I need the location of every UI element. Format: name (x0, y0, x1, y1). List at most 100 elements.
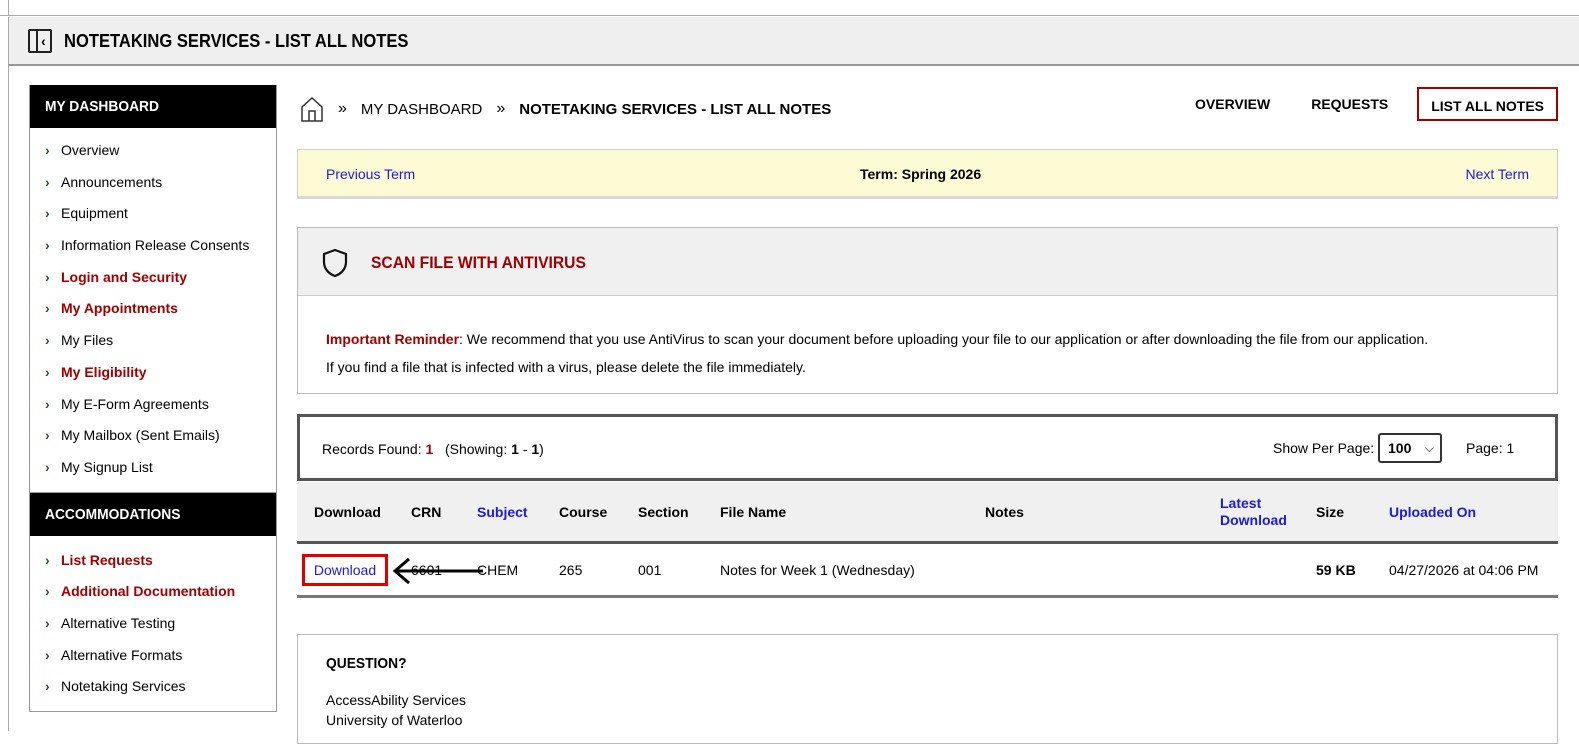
chevron-right-icon: › (45, 583, 50, 600)
col-crn: CRN (411, 504, 442, 520)
chevron-right-icon: › (45, 678, 50, 695)
col-latest-download-sort[interactable]: Latest Download (1220, 495, 1287, 529)
tab-overview[interactable]: OVERVIEW (1183, 87, 1282, 121)
cell-file-name: Notes for Week 1 (Wednesday) (720, 562, 915, 578)
chevron-right-icon: › (45, 205, 50, 222)
sidebar-item-my-signup-list[interactable]: › My Signup List (30, 452, 276, 484)
antivirus-panel-title: SCAN FILE WITH ANTIVIRUS (371, 253, 586, 272)
dashboard-menu-list: › Overview › Announcements › Equipment › Inform… (30, 128, 276, 492)
sidebar-item-my-mailbox-sent-emails[interactable]: › My Mailbox (Sent Emails) (30, 420, 276, 452)
accommodations-menu-list: › List Requests › Additional Documentation ›… (30, 536, 276, 711)
antivirus-panel: SCAN FILE WITH ANTIVIRUS Important Remin… (297, 227, 1558, 394)
reminder-text: : We recommend that you use AntiVirus to… (459, 331, 1429, 347)
sidebar-item-equipment[interactable]: › Equipment (30, 198, 276, 230)
chevron-right-icon: › (45, 363, 50, 380)
col-size: Size (1316, 504, 1345, 520)
breadcrumb-current: NOTETAKING SERVICES - LIST ALL NOTES (519, 100, 832, 118)
reminder-line-2: If you find a file that is infected with… (326, 359, 806, 375)
sidebar-item-list-requests[interactable]: › List Requests (30, 545, 276, 577)
chevron-right-icon: › (45, 173, 50, 190)
sidebar-item-additional-documentation[interactable]: › Additional Documentation (30, 576, 276, 608)
chevron-right-icon: › (45, 395, 50, 412)
records-count: 1 (425, 441, 434, 457)
term-navigation: Previous Term Term: Spring 2026 Next Ter… (297, 149, 1558, 199)
current-term: Term: Spring 2026 (860, 166, 982, 182)
sidebar-item-my-e-form-agreements[interactable]: › My E-Form Agreements (30, 389, 276, 421)
records-bar: Records Found: 1 (Showing: 1 - 1) Show P… (297, 414, 1558, 481)
sidebar-item-label: Notetaking Services (61, 678, 186, 695)
col-subject-sort[interactable]: Subject (477, 504, 528, 520)
sidebar-item-label: Equipment (61, 205, 128, 222)
chevron-right-icon: › (45, 427, 50, 444)
chevron-right-icon: › (45, 268, 50, 285)
sidebar-item-label: Additional Documentation (61, 583, 236, 600)
left-border (8, 66, 9, 731)
sidebar-item-my-eligibility[interactable]: › My Eligibility (30, 357, 276, 389)
sidebar-item-my-files[interactable]: › My Files (30, 325, 276, 357)
chevron-right-icon: › (45, 614, 50, 631)
sidebar-item-label: My Files (61, 332, 114, 349)
notes-table: Download CRN Subject Course Section File… (297, 482, 1558, 598)
sidebar-item-label: My Appointments (61, 300, 178, 317)
chevron-right-icon: › (45, 237, 50, 254)
sidebar-item-alternative-testing[interactable]: › Alternative Testing (30, 608, 276, 640)
col-notes: Notes (985, 504, 1024, 520)
antivirus-panel-header: SCAN FILE WITH ANTIVIRUS (298, 228, 1557, 296)
sidebar-item-label: Information Release Consents (61, 237, 250, 254)
cell-size: 59 KB (1316, 562, 1356, 578)
sidebar-item-label: My Signup List (61, 458, 153, 475)
reminder-label: Important Reminder (326, 331, 460, 347)
next-term-link[interactable]: Next Term (1465, 166, 1529, 182)
sidebar-item-label: Login and Security (61, 268, 188, 285)
table-header: Download CRN Subject Course Section File… (297, 482, 1558, 544)
chevron-right-icon: › (45, 646, 50, 663)
previous-term-link[interactable]: Previous Term (326, 166, 415, 182)
col-file-name: File Name (720, 504, 787, 520)
annotation-arrow-icon (392, 557, 483, 585)
question-panel: QUESTION? AccessAbility Services Univers… (297, 634, 1558, 744)
contact-line-2: University of Waterloo (326, 712, 463, 728)
sidebar-item-information-release-consents[interactable]: › Information Release Consents (30, 230, 276, 262)
sidebar-item-label: Announcements (61, 173, 163, 190)
chevron-right-icon: › (45, 458, 50, 475)
question-title: QUESTION? (326, 655, 407, 672)
tab-requests[interactable]: REQUESTS (1299, 87, 1400, 121)
sidebar-toggle-icon[interactable]: ‹ (28, 29, 52, 53)
page-indicator: Page: 1 (1466, 440, 1515, 456)
right-margin (1568, 66, 1579, 731)
dashboard-menu: MY DASHBOARD › Overview › Announcements › Equ… (29, 85, 277, 493)
page-tabs: OVERVIEW REQUESTS LIST ALL NOTES (1166, 87, 1558, 121)
sidebar-item-alternative-formats[interactable]: › Alternative Formats (30, 640, 276, 672)
breadcrumb-separator: » (338, 100, 347, 117)
home-icon[interactable] (300, 96, 324, 122)
chevron-right-icon: › (45, 551, 50, 568)
top-strip (0, 0, 1579, 16)
accommodations-menu-title: ACCOMMODATIONS (30, 492, 276, 536)
dashboard-menu-title: MY DASHBOARD (30, 85, 276, 128)
breadcrumb-dashboard-link[interactable]: MY DASHBOARD (361, 101, 482, 118)
sidebar-item-overview[interactable]: › Overview (30, 135, 276, 167)
sidebar-item-announcements[interactable]: › Announcements (30, 167, 276, 199)
sidebar-item-label: My Mailbox (Sent Emails) (61, 427, 220, 444)
accommodations-menu: ACCOMMODATIONS › List Requests › Additional… (29, 492, 277, 712)
sidebar-item-my-appointments[interactable]: › My Appointments (30, 293, 276, 325)
per-page-select[interactable]: 100 ⌵ (1378, 433, 1442, 463)
download-link[interactable]: Download (302, 554, 388, 586)
tab-list-all-notes[interactable]: LIST ALL NOTES (1417, 87, 1558, 121)
sidebar-item-login-and-security[interactable]: › Login and Security (30, 262, 276, 294)
col-uploaded-on-sort[interactable]: Uploaded On (1389, 504, 1476, 520)
per-page-label: Show Per Page: (1273, 440, 1375, 456)
chevron-down-icon: ⌵ (1424, 441, 1434, 455)
col-download: Download (314, 504, 381, 520)
sidebar-item-notetaking-services[interactable]: › Notetaking Services (30, 671, 276, 703)
breadcrumb-separator: » (496, 100, 506, 117)
sidebar-item-label: Overview (61, 142, 120, 158)
col-course: Course (559, 504, 608, 520)
records-found: Records Found: 1 (Showing: 1 - 1) (322, 441, 544, 457)
sidebar-item-label: My Eligibility (61, 363, 147, 380)
sidebar-item-label: List Requests (61, 551, 153, 568)
chevron-right-icon: › (45, 142, 50, 158)
col-section: Section (638, 504, 689, 520)
cell-uploaded-on: 04/27/2026 at 04:06 PM (1389, 562, 1539, 578)
breadcrumb: » MY DASHBOARD » NOTETAKING SERVICES - L… (300, 95, 831, 123)
